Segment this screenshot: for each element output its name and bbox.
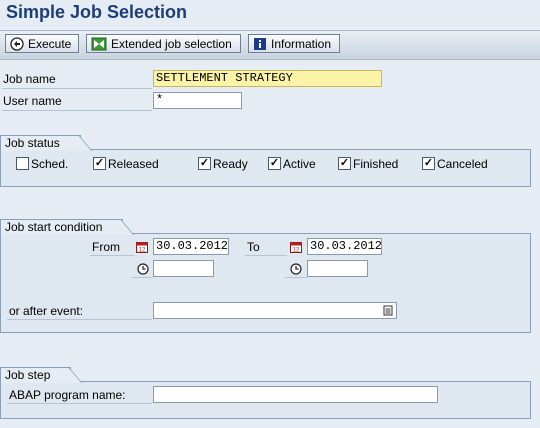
checkbox-label: Finished [353,157,399,171]
page-title: Simple Job Selection [6,2,188,22]
extended-selection-icon [91,37,107,50]
separator-line [245,255,287,256]
checkbox-active[interactable]: ✓ [268,157,281,170]
information-label: Information [271,36,332,51]
execute-button[interactable]: Execute [5,34,79,53]
execute-label: Execute [28,36,72,51]
job-name-input[interactable]: SETTLEMENT STRATEGY [153,70,382,87]
application-toolbar: Execute Extended job selection Informati… [0,30,540,60]
checkbox-label: Active [283,157,316,171]
job-step-title: Job step [0,367,72,383]
to-time-input[interactable] [307,260,368,277]
separator-line [7,403,152,404]
separator-line [7,319,152,320]
clock-icon[interactable] [290,263,302,275]
extended-job-selection-label: Extended job selection [111,36,232,51]
checkbox-label: Sched. [31,157,69,171]
separator-line [2,110,152,111]
user-name-input[interactable]: * [153,92,242,109]
calendar-icon[interactable]: 12 [290,241,302,253]
checkbox-released[interactable]: ✓ [93,157,106,170]
after-event-input[interactable] [153,302,397,319]
calendar-icon[interactable]: 12 [136,241,148,253]
checkbox-canceled[interactable]: ✓ [422,157,435,170]
checkbox-label: Ready [213,157,248,171]
abap-program-name-input[interactable] [153,386,438,403]
checkbox-finished[interactable]: ✓ [338,157,351,170]
checkbox-label: Canceled [437,157,488,171]
from-time-input[interactable] [153,260,214,277]
execute-icon [10,36,24,51]
svg-text:12: 12 [139,248,146,254]
to-label: To [247,240,260,254]
information-icon [254,37,266,50]
separator-line [131,277,153,278]
after-event-label: or after event: [9,304,84,318]
value-help-icon[interactable] [383,305,393,316]
from-label: From [92,240,120,254]
abap-program-name-label: ABAP program name: [9,388,126,402]
separator-line [285,277,307,278]
separator-line [90,255,134,256]
svg-text:12: 12 [293,248,300,254]
from-date-input[interactable]: 30.03.2012 [153,238,229,255]
user-name-label: User name [3,94,62,108]
clock-icon[interactable] [137,263,149,275]
job-start-condition-title: Job start condition [0,219,124,235]
job-name-label: Job name [3,72,56,86]
job-status-title: Job status [0,135,81,151]
to-date-input[interactable]: 30.03.2012 [307,238,382,255]
checkbox-label: Released [108,157,159,171]
extended-job-selection-button[interactable]: Extended job selection [86,34,241,53]
separator-line [2,88,152,89]
information-button[interactable]: Information [248,34,340,53]
checkbox-sched[interactable] [16,157,29,170]
checkbox-ready[interactable]: ✓ [198,157,211,170]
